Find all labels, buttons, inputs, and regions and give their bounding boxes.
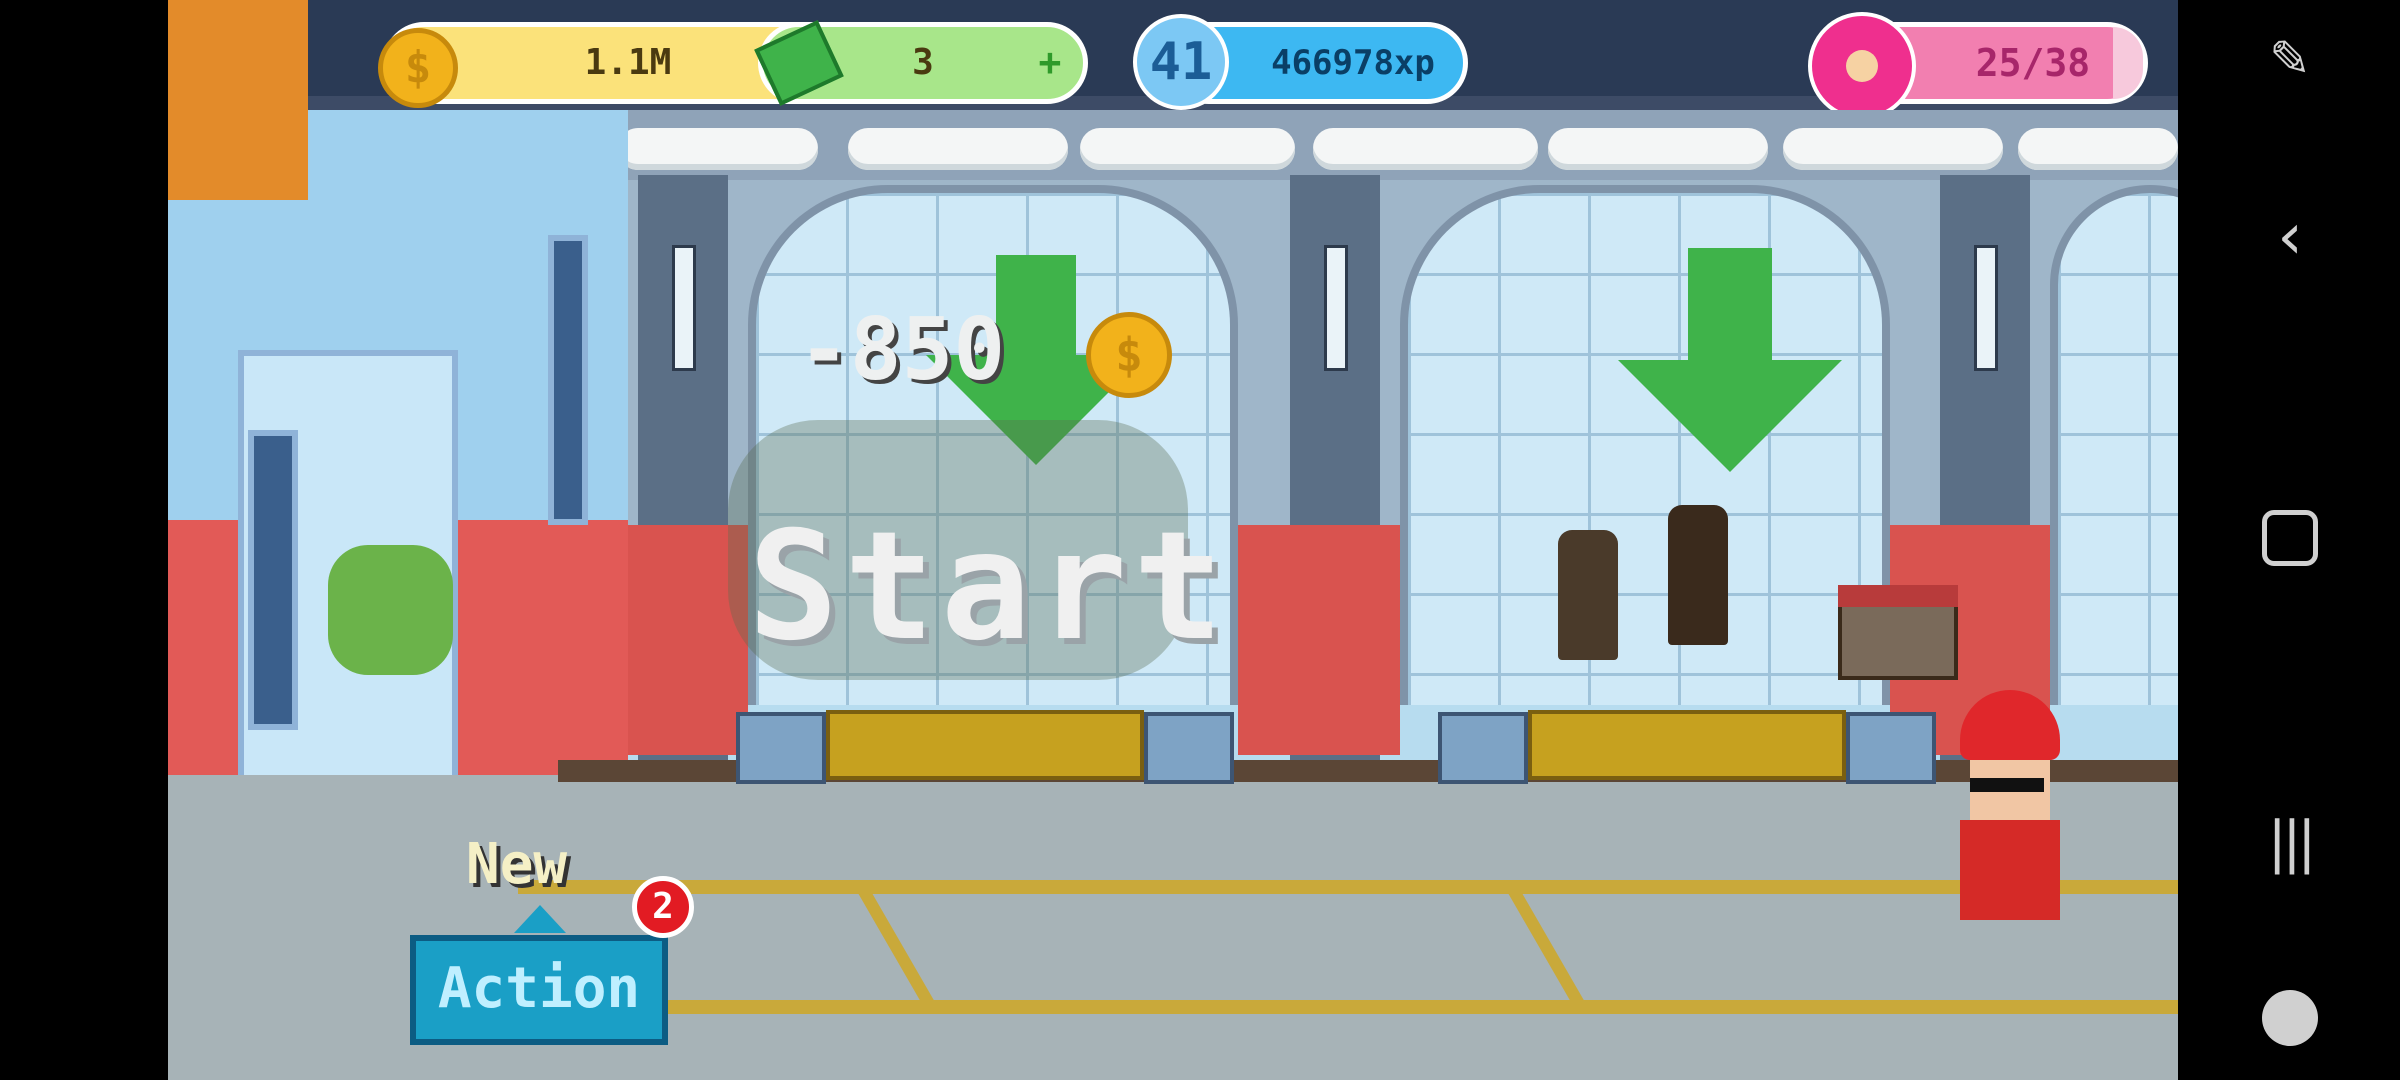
ceiling-lamp [2018, 128, 2178, 170]
start-button[interactable]: Start [748, 500, 1230, 674]
ceiling-lamp [1783, 128, 2003, 170]
xp-value: 466978xp [1271, 43, 1435, 83]
action-button[interactable]: Action [410, 935, 668, 1045]
factory-window [2050, 185, 2178, 705]
worker-character[interactable] [1950, 690, 2070, 940]
game-controller-icon[interactable] [2255, 990, 2325, 1046]
ceiling-lamp [1548, 128, 1768, 170]
wall-light [672, 245, 696, 371]
game-viewport[interactable]: 1.1M + $ 3 + 466978xp 41 25/38 [168, 0, 2178, 1080]
cash-value: 3 [912, 42, 934, 83]
cost-label: -850 [798, 300, 1006, 400]
recents-icon[interactable]: ||| [2255, 810, 2325, 875]
add-cash-button[interactable]: + [1031, 43, 1069, 81]
ceiling-lamp [848, 128, 1068, 170]
wall-light [1974, 245, 1998, 371]
wall-light [1324, 245, 1348, 371]
new-label: New [466, 832, 568, 897]
bush [328, 545, 453, 675]
down-arrow-icon [996, 255, 1076, 355]
back-icon[interactable]: ‹ [2255, 200, 2325, 274]
ceiling-lamp [1313, 128, 1538, 170]
screenshot-tool-icon[interactable]: ✎ [2255, 30, 2325, 88]
coins-value: 1.1M [584, 42, 672, 83]
coin-icon: $ [378, 28, 458, 108]
assembly-cart [826, 710, 1144, 780]
red-wall-panel [608, 525, 748, 755]
level-badge: 41 [1133, 14, 1229, 110]
cart-end [1846, 712, 1936, 784]
red-wall-panel [1238, 525, 1400, 755]
ceiling-lamp [618, 128, 818, 170]
car-seat [1558, 530, 1618, 660]
donut-icon [1808, 12, 1916, 120]
home-icon[interactable] [2255, 510, 2325, 566]
assembly-cart [1528, 710, 1846, 780]
coin-icon: $ [1086, 312, 1172, 398]
car-seat [1668, 505, 1728, 645]
cart-end [1438, 712, 1528, 784]
train-window [248, 430, 298, 730]
train-window [548, 235, 588, 525]
cart-end [1144, 712, 1234, 784]
up-arrow-icon [514, 905, 566, 933]
notification-badge: 2 [632, 876, 694, 938]
level-value: 41 [1149, 32, 1213, 92]
down-arrow-icon [1688, 248, 1772, 360]
cart-end [736, 712, 826, 784]
ceiling-lamp [1080, 128, 1295, 170]
donut-value: 25/38 [1975, 41, 2091, 85]
